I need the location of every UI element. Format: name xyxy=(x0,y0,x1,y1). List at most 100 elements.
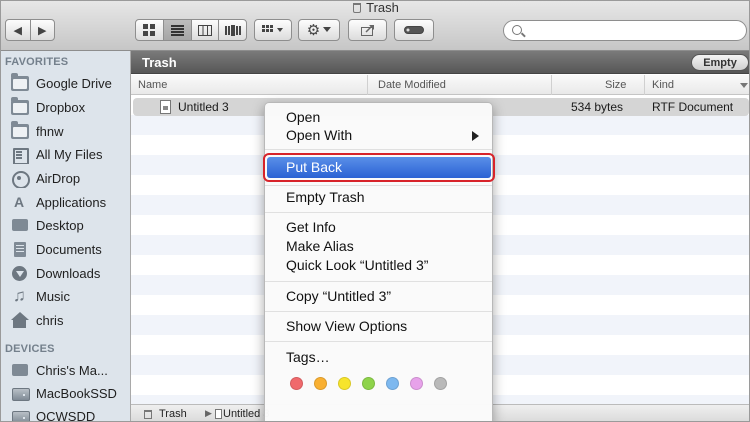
search-input[interactable] xyxy=(528,23,738,38)
put-back-highlight: Put Back xyxy=(263,153,495,182)
list-view-icon xyxy=(170,24,184,36)
empty-trash-button[interactable]: Empty xyxy=(691,54,749,71)
path-separator-icon: ▶ xyxy=(205,408,212,418)
tag-dot-red[interactable] xyxy=(290,377,303,390)
icon-view-button[interactable] xyxy=(136,20,164,40)
put-back-label: Put Back xyxy=(286,159,343,175)
column-header: Name Date Modified Size Kind xyxy=(131,75,749,95)
menu-separator xyxy=(265,185,492,186)
path-item-file[interactable]: Untitled 3 xyxy=(223,408,269,420)
menu-separator xyxy=(265,311,492,312)
sort-chevron-icon xyxy=(740,83,748,88)
tag-dot-orange[interactable] xyxy=(314,377,327,390)
forward-button[interactable]: ▶ xyxy=(31,20,55,40)
tag-icon xyxy=(404,26,424,34)
menu-item-put-back[interactable]: Put Back xyxy=(267,157,491,178)
sidebar-item-all-my-files[interactable]: All My Files xyxy=(11,144,129,164)
tag-dot-yellow[interactable] xyxy=(338,377,351,390)
document-icon xyxy=(215,409,222,419)
tag-button[interactable] xyxy=(394,19,434,41)
sidebar-item-applications[interactable]: Applications xyxy=(11,192,129,212)
context-menu: Open Open With Put Back Empty Trash Get … xyxy=(263,102,495,421)
search-field[interactable] xyxy=(503,20,747,41)
desktop-icon xyxy=(11,218,29,233)
tag-dot-purple[interactable] xyxy=(410,377,423,390)
tag-dot-gray[interactable] xyxy=(434,377,447,390)
location-header: Trash Empty xyxy=(131,51,749,74)
all-files-icon xyxy=(11,147,29,164)
home-icon xyxy=(11,311,29,328)
column-divider[interactable] xyxy=(551,75,552,95)
devices-header: DEVICES xyxy=(5,343,55,355)
column-date-modified[interactable]: Date Modified xyxy=(378,79,446,91)
favorites-header: FAVORITES xyxy=(5,56,69,68)
column-divider[interactable] xyxy=(367,75,368,95)
action-button[interactable]: ⚙ xyxy=(298,19,340,41)
menu-item-make-alias[interactable]: Make Alias xyxy=(286,237,354,256)
sidebar-item-dropbox[interactable]: Dropbox xyxy=(11,97,129,117)
menu-item-copy[interactable]: Copy “Untitled 3” xyxy=(286,287,391,306)
menu-item-quick-look[interactable]: Quick Look “Untitled 3” xyxy=(286,256,428,275)
column-name[interactable]: Name xyxy=(138,79,167,91)
sidebar-item-computer[interactable]: Chris's Ma... xyxy=(11,360,129,380)
trash-icon xyxy=(353,3,362,13)
gear-icon: ⚙ xyxy=(306,21,321,39)
menu-item-open-with[interactable]: Open With xyxy=(286,126,352,145)
view-mode-control[interactable] xyxy=(135,19,247,41)
menu-separator xyxy=(265,212,492,213)
file-kind: RTF Document xyxy=(652,100,734,114)
cover-flow-icon xyxy=(224,24,241,36)
back-button[interactable]: ◀ xyxy=(6,20,31,40)
menu-item-show-view-options[interactable]: Show View Options xyxy=(286,317,407,336)
column-view-button[interactable] xyxy=(192,20,220,40)
submenu-arrow-icon xyxy=(472,131,479,141)
column-kind[interactable]: Kind xyxy=(652,79,674,91)
list-view-button[interactable] xyxy=(163,20,192,40)
menu-separator xyxy=(265,341,492,342)
column-divider[interactable] xyxy=(644,75,645,95)
column-size[interactable]: Size xyxy=(605,79,626,91)
sidebar: FAVORITES Google Drive Dropbox fhnw All … xyxy=(1,51,131,421)
tag-dot-blue[interactable] xyxy=(386,377,399,390)
menu-item-get-info[interactable]: Get Info xyxy=(286,218,336,237)
file-size: 534 bytes xyxy=(571,100,624,114)
menu-separator xyxy=(265,149,492,150)
menu-item-empty-trash[interactable]: Empty Trash xyxy=(286,188,365,207)
sidebar-item-fhnw[interactable]: fhnw xyxy=(11,121,129,141)
path-item-trash[interactable]: Trash xyxy=(159,408,187,420)
location-title: Trash xyxy=(142,55,177,70)
airdrop-icon xyxy=(11,170,30,188)
share-button[interactable] xyxy=(348,19,387,41)
icon-view-icon xyxy=(143,24,156,36)
music-icon xyxy=(11,286,29,306)
arrange-button[interactable] xyxy=(254,19,292,41)
rtf-document-icon xyxy=(160,100,171,114)
sidebar-item-ocwsdd[interactable]: OCWSDD xyxy=(11,406,129,421)
trash-icon xyxy=(144,410,152,419)
tag-dot-green[interactable] xyxy=(362,377,375,390)
sidebar-item-downloads[interactable]: Downloads xyxy=(11,263,129,283)
sidebar-item-airdrop[interactable]: AirDrop xyxy=(11,168,129,188)
disk-icon xyxy=(11,409,30,421)
share-icon xyxy=(360,25,374,36)
sidebar-item-google-drive[interactable]: Google Drive xyxy=(11,73,129,93)
window-title: Trash xyxy=(1,1,749,15)
sidebar-item-documents[interactable]: Documents xyxy=(11,239,129,259)
search-icon xyxy=(512,25,522,35)
sidebar-item-chris[interactable]: chris xyxy=(11,310,129,330)
cover-flow-button[interactable] xyxy=(219,20,246,40)
sidebar-item-macbookssd[interactable]: MacBookSSD xyxy=(11,383,129,403)
menu-separator xyxy=(265,281,492,282)
sidebar-item-desktop[interactable]: Desktop xyxy=(11,215,129,235)
menu-item-tags[interactable]: Tags… xyxy=(286,348,330,367)
menu-item-open[interactable]: Open xyxy=(286,108,320,127)
column-view-icon xyxy=(197,24,212,36)
back-forward-control[interactable]: ◀ ▶ xyxy=(5,19,55,41)
disk-icon xyxy=(11,386,30,401)
sidebar-item-music[interactable]: Music xyxy=(11,286,129,306)
documents-icon xyxy=(11,241,29,257)
computer-icon xyxy=(11,363,29,378)
folder-icon xyxy=(11,97,29,115)
folder-icon xyxy=(11,73,29,91)
toolbar: Trash ◀ ▶ ⚙ xyxy=(1,1,749,51)
